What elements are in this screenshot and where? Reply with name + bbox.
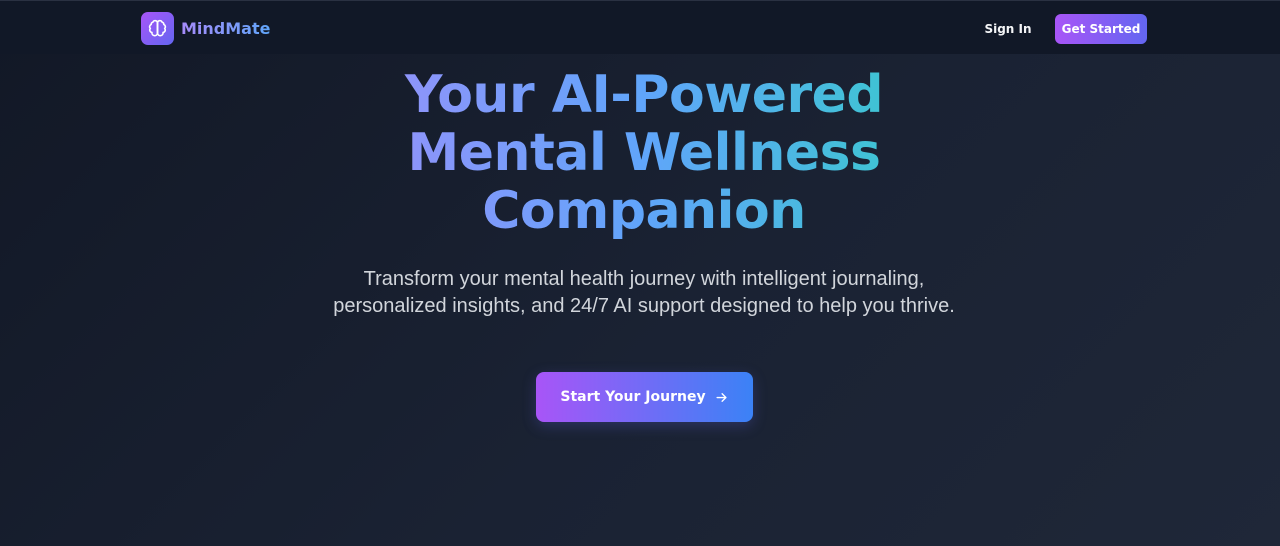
hero-title: Your AI-Powered Mental Wellness Companio… [270, 66, 1018, 240]
hero-subtitle: Transform your mental health journey wit… [333, 268, 955, 317]
navbar: MindMate Sign In Get Started [0, 0, 1280, 54]
start-journey-label: Start Your Journey [560, 389, 706, 405]
brand-name: MindMate [181, 19, 271, 38]
sign-in-link[interactable]: Sign In [982, 17, 1034, 41]
hero-title-line-1: Your AI-Powered [270, 66, 1018, 124]
arrow-right-icon [716, 392, 727, 402]
start-journey-button[interactable]: Start Your Journey [536, 372, 753, 422]
brand[interactable]: MindMate [141, 12, 270, 45]
get-started-button[interactable]: Get Started [1055, 14, 1147, 44]
hero-title-line-3: Companion [270, 182, 1018, 240]
brain-icon [141, 12, 174, 45]
hero-title-line-2: Mental Wellness [270, 124, 1018, 182]
